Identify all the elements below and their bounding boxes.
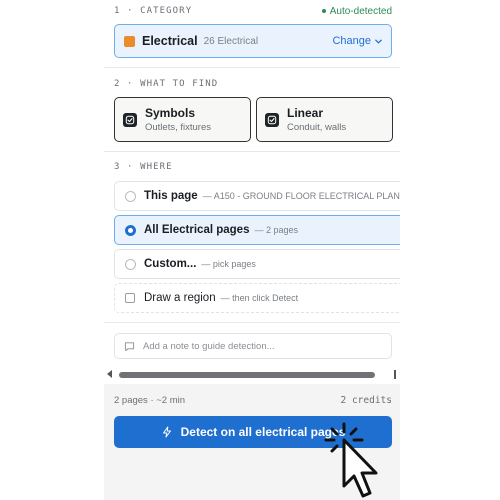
- find-option-subtitle: Outlets, fixtures: [145, 122, 211, 133]
- divider: [104, 322, 400, 323]
- lightning-icon: [162, 426, 171, 438]
- where-option-hint: — pick pages: [201, 259, 256, 269]
- estimate-text: 2 pages · ~2 min: [114, 395, 186, 406]
- where-option-label: Custom...: [144, 258, 197, 270]
- checkbox-checked-icon[interactable]: [265, 112, 279, 127]
- category-count: 26 Electrical: [203, 35, 259, 47]
- note-placeholder: Add a note to guide detection...: [143, 340, 275, 352]
- find-option-title: Linear: [287, 106, 324, 120]
- credits-text: 2 credits: [340, 395, 392, 406]
- chevron-down-icon: [375, 39, 382, 43]
- where-option-hint: — 2 pages: [254, 225, 298, 235]
- find-option-symbols[interactable]: Symbols Outlets, fixtures: [114, 97, 251, 142]
- auto-detected-badge: Auto-detected: [321, 5, 392, 17]
- auto-detected-label: Auto-detected: [329, 5, 392, 17]
- change-category-button[interactable]: Change: [332, 35, 383, 47]
- change-label: Change: [332, 35, 371, 47]
- region-checkbox[interactable]: [125, 293, 135, 303]
- status-dot-icon: [321, 9, 326, 13]
- radio-button[interactable]: [125, 190, 136, 202]
- category-step-label: 1 · CATEGORY: [114, 6, 193, 16]
- radio-button-selected[interactable]: [125, 224, 136, 236]
- find-step-label: 2 · WHAT TO FIND: [114, 79, 219, 89]
- where-option-draw-region[interactable]: Draw a region — then click Detect: [114, 283, 400, 313]
- where-step-label: 3 · WHERE: [114, 162, 173, 172]
- note-input[interactable]: Add a note to guide detection...: [114, 333, 392, 359]
- where-option-hint: — A150 - GROUND FLOOR ELECTRICAL PLAN: [202, 191, 400, 201]
- category-selector[interactable]: Electrical 26 Electrical Change: [114, 24, 392, 58]
- click-cursor-icon: [324, 422, 378, 498]
- category-step-header: 1 · CATEGORY Auto-detected: [114, 4, 392, 18]
- scroll-right-arrow-icon[interactable]: [394, 370, 396, 379]
- where-option-label: Draw a region: [144, 292, 216, 304]
- where-option-label: This page: [144, 190, 198, 202]
- comment-icon: [124, 341, 135, 351]
- divider: [104, 151, 400, 152]
- where-option-label: All Electrical pages: [144, 224, 250, 236]
- where-option-all-pages[interactable]: All Electrical pages — 2 pages: [114, 215, 400, 245]
- detect-button-label: Detect on all electrical pages: [180, 425, 346, 439]
- find-step-header: 2 · WHAT TO FIND: [114, 77, 392, 91]
- divider: [104, 67, 400, 68]
- scroll-left-arrow-icon[interactable]: [107, 370, 112, 378]
- where-option-this-page[interactable]: This page — A150 - GROUND FLOOR ELECTRIC…: [114, 181, 400, 211]
- find-option-linear[interactable]: Linear Conduit, walls: [256, 97, 393, 142]
- where-option-custom[interactable]: Custom... — pick pages: [114, 249, 400, 279]
- category-name: Electrical: [142, 34, 198, 48]
- find-option-subtitle: Conduit, walls: [287, 122, 347, 133]
- where-option-hint: — then click Detect: [220, 293, 299, 303]
- category-color-swatch: [124, 35, 135, 47]
- checkbox-checked-icon[interactable]: [123, 112, 137, 127]
- radio-button[interactable]: [125, 258, 136, 270]
- horizontal-scrollbar-thumb[interactable]: [119, 372, 375, 378]
- where-step-header: 3 · WHERE: [114, 160, 392, 174]
- find-option-title: Symbols: [145, 106, 196, 120]
